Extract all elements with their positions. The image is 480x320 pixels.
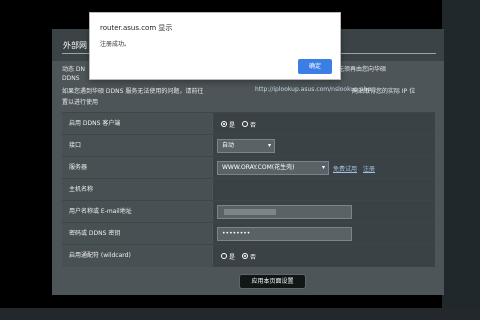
- alert-dialog: router.asus.com 显示 注册成功。 确定: [89, 12, 341, 80]
- enable-ddns-yes-label: 是: [229, 122, 236, 129]
- description-line-2: DDNS: [62, 75, 80, 82]
- username-value: [213, 201, 435, 223]
- redacted-username: [224, 209, 276, 215]
- ddns-form-table: 启用 DDNS 客户端 是 否 接口 自动 ▾ 服务器 WWW.ORAY.COM: [62, 112, 435, 267]
- port-value: 自动 ▾: [213, 135, 435, 157]
- bottom-background: [0, 308, 480, 320]
- password-value: ••••••••: [213, 223, 435, 245]
- server-select-value: WWW.ORAY.COM(花生壳): [222, 164, 295, 171]
- enable-ddns-yes-radio[interactable]: [221, 121, 227, 127]
- username-label: 用户名称或 E-mail地址: [62, 201, 212, 223]
- hostname-label: 主机名称: [62, 179, 212, 201]
- apply-settings-button[interactable]: 应用本页面设置: [239, 274, 306, 289]
- hostname-value: [213, 179, 435, 201]
- row-password: 密码或 DDNS 密钥 ••••••••: [62, 222, 435, 245]
- port-select-value: 自动: [222, 142, 235, 149]
- row-wildcard: 启用通配符 (wildcard) 是 否: [62, 244, 435, 267]
- right-background: [442, 0, 480, 310]
- wildcard-no-radio[interactable]: [242, 253, 248, 259]
- panel-title: 外部网: [63, 41, 87, 50]
- row-username: 用户名称或 E-mail地址: [62, 200, 435, 223]
- register-link[interactable]: 注册: [363, 164, 375, 173]
- description-line-1: 动态 DN: [62, 66, 86, 73]
- description-line-4: 置以进行使用: [62, 99, 99, 106]
- wildcard-no-label: 否: [250, 254, 257, 261]
- description-line-3: 如果您遇到华硕 DDNS 服务无法使用的问题，请前往: [62, 88, 204, 95]
- row-hostname: 主机名称: [62, 178, 435, 201]
- row-port: 接口 自动 ▾: [62, 134, 435, 157]
- server-label: 服务器: [62, 157, 212, 179]
- chevron-down-icon: ▾: [267, 142, 271, 149]
- enable-ddns-value: 是 否: [213, 113, 435, 135]
- wildcard-yes-label: 是: [229, 254, 236, 261]
- dialog-message: 注册成功。: [100, 41, 131, 48]
- dialog-title: router.asus.com 显示: [100, 24, 173, 32]
- row-server: 服务器 WWW.ORAY.COM(花生壳) ▾ 免费试用 注册: [62, 156, 435, 179]
- port-select[interactable]: 自动 ▾: [217, 139, 275, 153]
- password-input[interactable]: ••••••••: [217, 227, 352, 241]
- server-select[interactable]: WWW.ORAY.COM(花生壳) ▾: [217, 161, 329, 175]
- server-value: WWW.ORAY.COM(花生壳) ▾ 免费试用 注册: [213, 157, 435, 179]
- port-label: 接口: [62, 135, 212, 157]
- chevron-down-icon: ▾: [321, 164, 325, 171]
- enable-ddns-label: 启用 DDNS 客户端: [62, 113, 212, 135]
- row-enable-ddns: 启用 DDNS 客户端 是 否: [62, 112, 435, 135]
- wildcard-value: 是 否: [213, 245, 435, 267]
- enable-ddns-no-label: 否: [250, 122, 257, 129]
- dialog-ok-button[interactable]: 确定: [298, 59, 332, 74]
- free-trial-link[interactable]: 免费试用: [333, 164, 357, 173]
- username-input[interactable]: [217, 205, 352, 219]
- wildcard-label: 启用通配符 (wildcard): [62, 245, 212, 267]
- password-label: 密码或 DDNS 密钥: [62, 223, 212, 245]
- password-input-value: ••••••••: [222, 230, 251, 237]
- description-line-3-tail: 网站取得您的实际 IP 位: [352, 88, 416, 95]
- wildcard-yes-radio[interactable]: [221, 253, 227, 259]
- enable-ddns-no-radio[interactable]: [242, 121, 248, 127]
